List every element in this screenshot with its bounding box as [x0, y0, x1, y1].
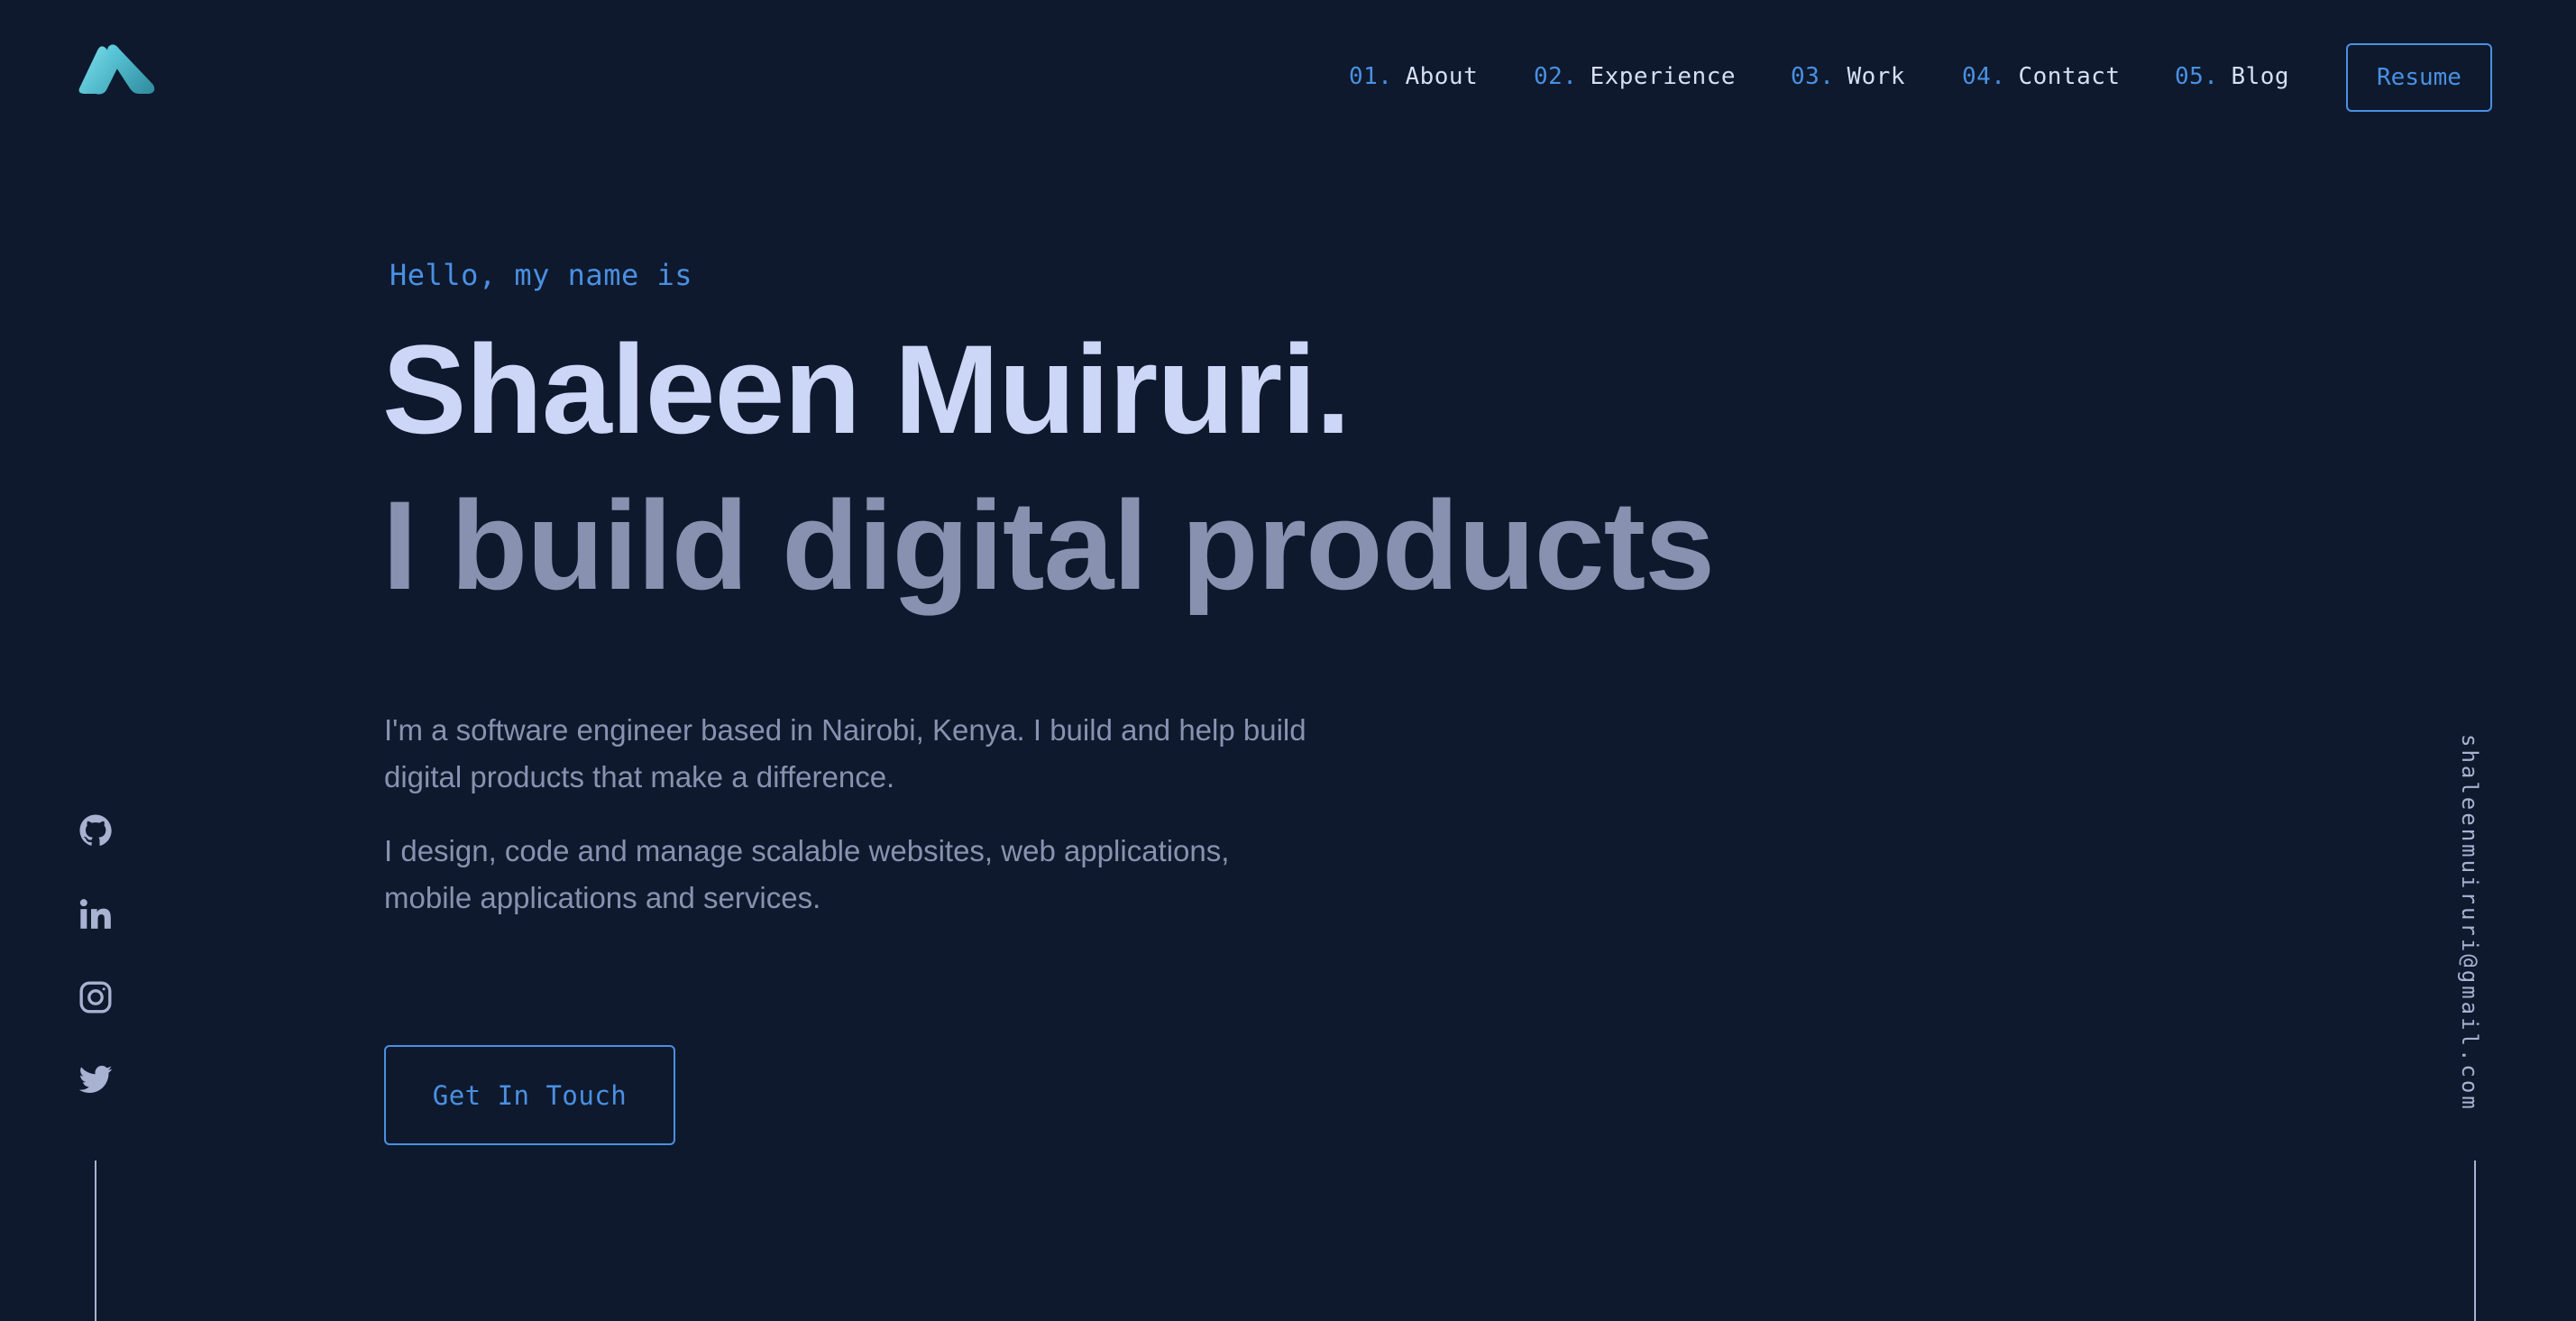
email-divider-line: [2474, 1160, 2476, 1321]
nav-item-about[interactable]: 01. About: [1349, 63, 1478, 90]
github-icon[interactable]: [78, 812, 114, 849]
hero-tagline: I build digital products: [382, 474, 1715, 616]
instagram-icon[interactable]: [78, 979, 114, 1015]
nav-item-label: About: [1405, 63, 1479, 90]
nav-item-label: Blog: [2231, 63, 2290, 90]
nav-item-label: Experience: [1590, 63, 1737, 90]
linkedin-icon[interactable]: [78, 896, 114, 932]
nav-item-label: Contact: [2018, 63, 2121, 90]
nav-item-number: 05.: [2175, 63, 2219, 90]
hero-paragraph-intro: I'm a software engineer based in Nairobi…: [384, 713, 1306, 794]
nav-item-label: Work: [1847, 63, 1906, 90]
hero-name: Shaleen Muiruri.: [382, 318, 1351, 460]
brand-logo-icon[interactable]: [76, 40, 157, 97]
hero-paragraph-services: I design, code and manage scalable websi…: [384, 834, 1230, 914]
nav-item-blog[interactable]: 05. Blog: [2175, 63, 2289, 90]
email-link[interactable]: shaleenmuiruri@gmail.com: [2457, 734, 2482, 1112]
twitter-icon[interactable]: [78, 1061, 114, 1097]
social-divider-line: [95, 1160, 96, 1321]
nav-item-work[interactable]: 03. Work: [1791, 63, 1905, 90]
nav-item-contact[interactable]: 04. Contact: [1962, 63, 2121, 90]
get-in-touch-button[interactable]: Get In Touch: [384, 1045, 675, 1145]
resume-button[interactable]: Resume: [2346, 43, 2492, 112]
nav-item-number: 01.: [1349, 63, 1393, 90]
nav-item-number: 02.: [1534, 63, 1578, 90]
nav-item-experience[interactable]: 02. Experience: [1534, 63, 1736, 90]
hero-greeting: Hello, my name is: [390, 258, 693, 292]
nav-item-number: 03.: [1791, 63, 1835, 90]
nav-item-number: 04.: [1962, 63, 2006, 90]
